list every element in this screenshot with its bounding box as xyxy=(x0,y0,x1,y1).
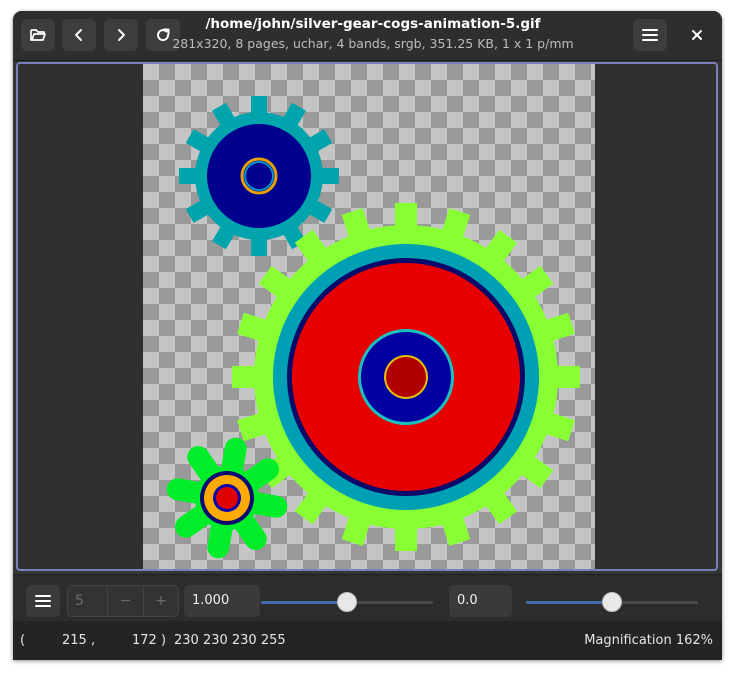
tiny-gear xyxy=(166,437,288,559)
hamburger-menu-icon xyxy=(642,29,658,41)
offset-slider-fill xyxy=(526,601,612,604)
hamburger-menu-icon xyxy=(35,595,51,607)
bottom-toolbar: 5 − + 1.000 0.0 xyxy=(13,574,722,621)
coord-comma: , xyxy=(91,633,96,648)
status-bar: ( 215 , 172 ) 230 230 230 255 Magnificat… xyxy=(13,621,722,660)
view-menu-button[interactable] xyxy=(26,585,60,617)
scale-field[interactable]: 1.000 xyxy=(184,585,260,617)
title-block: /home/john/silver-gear-cogs-animation-5.… xyxy=(163,16,583,52)
offset-slider-handle[interactable] xyxy=(602,592,622,612)
page-decrement-button[interactable]: − xyxy=(108,586,144,616)
go-next-icon xyxy=(118,29,125,41)
main-menu-button[interactable] xyxy=(633,19,667,51)
previous-button[interactable] xyxy=(62,19,96,51)
offset-field[interactable]: 0.0 xyxy=(449,585,512,617)
next-button[interactable] xyxy=(104,19,138,51)
pixel-value: 230 230 230 255 xyxy=(174,633,286,648)
page-increment-button[interactable]: + xyxy=(144,586,178,616)
app-window: /home/john/silver-gear-cogs-animation-5.… xyxy=(13,11,722,660)
cursor-x: 215 xyxy=(62,633,87,648)
scale-slider-handle[interactable] xyxy=(337,592,357,612)
page-spinbutton: 5 − + xyxy=(67,585,179,617)
header-bar: /home/john/silver-gear-cogs-animation-5.… xyxy=(13,11,722,61)
close-button[interactable] xyxy=(684,23,710,47)
image-viewport[interactable] xyxy=(16,62,718,571)
page-number-field[interactable]: 5 xyxy=(68,586,108,616)
go-previous-icon xyxy=(75,29,82,41)
scale-slider-fill xyxy=(261,601,347,604)
image-canvas[interactable] xyxy=(143,64,595,569)
gear-cogs-image xyxy=(166,96,580,559)
open-file-button[interactable] xyxy=(21,19,55,51)
magnification-label: Magnification 162% xyxy=(584,633,713,648)
large-gear xyxy=(232,203,580,551)
coord-open-paren: ( xyxy=(20,633,26,648)
close-icon xyxy=(692,30,702,40)
small-gear xyxy=(179,96,339,256)
window-title: /home/john/silver-gear-cogs-animation-5.… xyxy=(205,16,541,32)
folder-open-icon xyxy=(30,29,46,41)
image-info: 281x320, 8 pages, uchar, 4 bands, srgb, … xyxy=(172,36,574,51)
coord-close-paren: ) xyxy=(161,633,167,648)
cursor-y: 172 xyxy=(132,633,157,648)
